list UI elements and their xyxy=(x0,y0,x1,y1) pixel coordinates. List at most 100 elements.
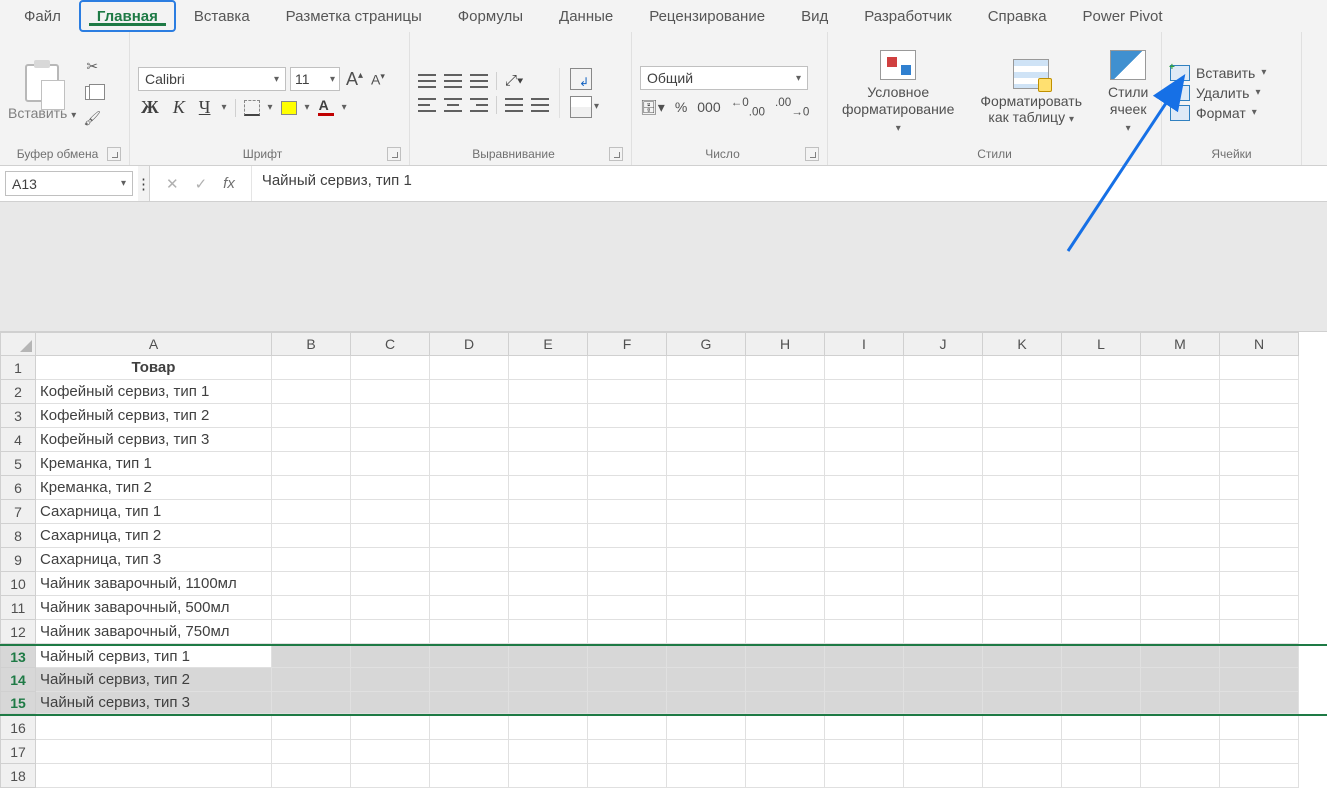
column-header[interactable]: J xyxy=(904,332,983,356)
cell[interactable] xyxy=(825,692,904,714)
cell[interactable] xyxy=(272,428,351,452)
font-color-icon[interactable] xyxy=(318,100,334,116)
tab-рецензирование[interactable]: Рецензирование xyxy=(631,0,783,32)
cell[interactable] xyxy=(667,716,746,740)
cell[interactable] xyxy=(1062,740,1141,764)
cell[interactable] xyxy=(1220,380,1299,404)
cell[interactable] xyxy=(1062,548,1141,572)
row-header[interactable]: 2 xyxy=(0,380,36,404)
dialog-launcher-icon[interactable] xyxy=(609,147,623,161)
cell[interactable] xyxy=(272,356,351,380)
cell[interactable] xyxy=(272,620,351,644)
cell[interactable] xyxy=(825,356,904,380)
cell[interactable] xyxy=(667,404,746,428)
cell[interactable] xyxy=(1220,692,1299,714)
cell[interactable] xyxy=(667,764,746,788)
increase-font-icon[interactable]: A▴ xyxy=(344,69,365,90)
merge-center-icon[interactable] xyxy=(570,96,592,118)
row-header[interactable]: 8 xyxy=(0,524,36,548)
cell[interactable] xyxy=(825,452,904,476)
cell[interactable] xyxy=(904,740,983,764)
cell[interactable] xyxy=(825,524,904,548)
cell[interactable] xyxy=(351,764,430,788)
cell[interactable] xyxy=(746,356,825,380)
cell[interactable] xyxy=(588,716,667,740)
cell[interactable]: Кофейный сервиз, тип 2 xyxy=(36,404,272,428)
cell[interactable] xyxy=(983,500,1062,524)
cell[interactable] xyxy=(825,572,904,596)
cell[interactable] xyxy=(1220,646,1299,668)
cell[interactable] xyxy=(1062,668,1141,692)
row-header[interactable]: 15 xyxy=(0,692,36,714)
cell[interactable] xyxy=(509,500,588,524)
cell[interactable] xyxy=(272,668,351,692)
formula-input[interactable]: Чайный сервиз, тип 1 xyxy=(252,166,422,202)
underline-button[interactable]: Ч xyxy=(196,97,214,118)
cell[interactable] xyxy=(588,476,667,500)
cell[interactable] xyxy=(746,428,825,452)
cell[interactable] xyxy=(667,692,746,714)
cell[interactable] xyxy=(825,596,904,620)
cell[interactable] xyxy=(509,620,588,644)
cell[interactable] xyxy=(1062,500,1141,524)
cell[interactable] xyxy=(1141,476,1220,500)
row-header[interactable]: 16 xyxy=(0,716,36,740)
cell[interactable] xyxy=(904,404,983,428)
cell[interactable]: Сахарница, тип 1 xyxy=(36,500,272,524)
cell[interactable] xyxy=(825,428,904,452)
cell[interactable] xyxy=(272,500,351,524)
cell[interactable] xyxy=(904,380,983,404)
cell[interactable] xyxy=(1062,404,1141,428)
row-header[interactable]: 12 xyxy=(0,620,36,644)
cell[interactable] xyxy=(351,572,430,596)
cell[interactable] xyxy=(1062,356,1141,380)
cell[interactable] xyxy=(430,524,509,548)
cell[interactable] xyxy=(983,692,1062,714)
cell[interactable] xyxy=(983,452,1062,476)
font-size-select[interactable]: 11▾ xyxy=(290,67,340,91)
borders-icon[interactable] xyxy=(244,100,260,116)
cell[interactable] xyxy=(667,740,746,764)
cell[interactable] xyxy=(509,428,588,452)
cancel-icon[interactable]: ✕ xyxy=(166,175,179,193)
align-bottom-icon[interactable] xyxy=(470,74,488,88)
conditional-formatting-button[interactable]: Условное форматирование ▾ xyxy=(836,48,960,137)
cell[interactable] xyxy=(746,524,825,548)
tab-справка[interactable]: Справка xyxy=(970,0,1065,32)
cell[interactable] xyxy=(746,404,825,428)
cell[interactable] xyxy=(1141,380,1220,404)
cell[interactable] xyxy=(983,596,1062,620)
cell[interactable] xyxy=(667,380,746,404)
tab-формулы[interactable]: Формулы xyxy=(440,0,541,32)
cell[interactable] xyxy=(825,548,904,572)
cell[interactable] xyxy=(667,668,746,692)
cell[interactable] xyxy=(825,716,904,740)
cell[interactable] xyxy=(1141,716,1220,740)
cell[interactable] xyxy=(1220,452,1299,476)
column-header[interactable]: A xyxy=(36,332,272,356)
cell[interactable]: Кофейный сервиз, тип 1 xyxy=(36,380,272,404)
cell[interactable] xyxy=(36,764,272,788)
cell[interactable] xyxy=(588,646,667,668)
number-format-select[interactable]: Общий▾ xyxy=(640,66,808,90)
cell[interactable] xyxy=(351,428,430,452)
cell[interactable] xyxy=(1141,620,1220,644)
cell[interactable] xyxy=(1141,524,1220,548)
cell[interactable] xyxy=(825,764,904,788)
cell[interactable] xyxy=(983,668,1062,692)
cell[interactable] xyxy=(983,646,1062,668)
font-name-select[interactable]: Calibri▾ xyxy=(138,67,286,91)
cell[interactable] xyxy=(272,572,351,596)
cell[interactable] xyxy=(430,716,509,740)
align-middle-icon[interactable] xyxy=(444,74,462,88)
cell[interactable] xyxy=(746,716,825,740)
cell[interactable] xyxy=(430,646,509,668)
cell[interactable] xyxy=(746,572,825,596)
increase-decimal-icon[interactable]: ←0.00 xyxy=(731,96,765,118)
row-header[interactable]: 11 xyxy=(0,596,36,620)
cell[interactable] xyxy=(1220,668,1299,692)
cell[interactable] xyxy=(746,548,825,572)
orientation-icon[interactable]: ⤢▾ xyxy=(505,72,523,89)
row-header[interactable]: 6 xyxy=(0,476,36,500)
cell[interactable] xyxy=(904,596,983,620)
